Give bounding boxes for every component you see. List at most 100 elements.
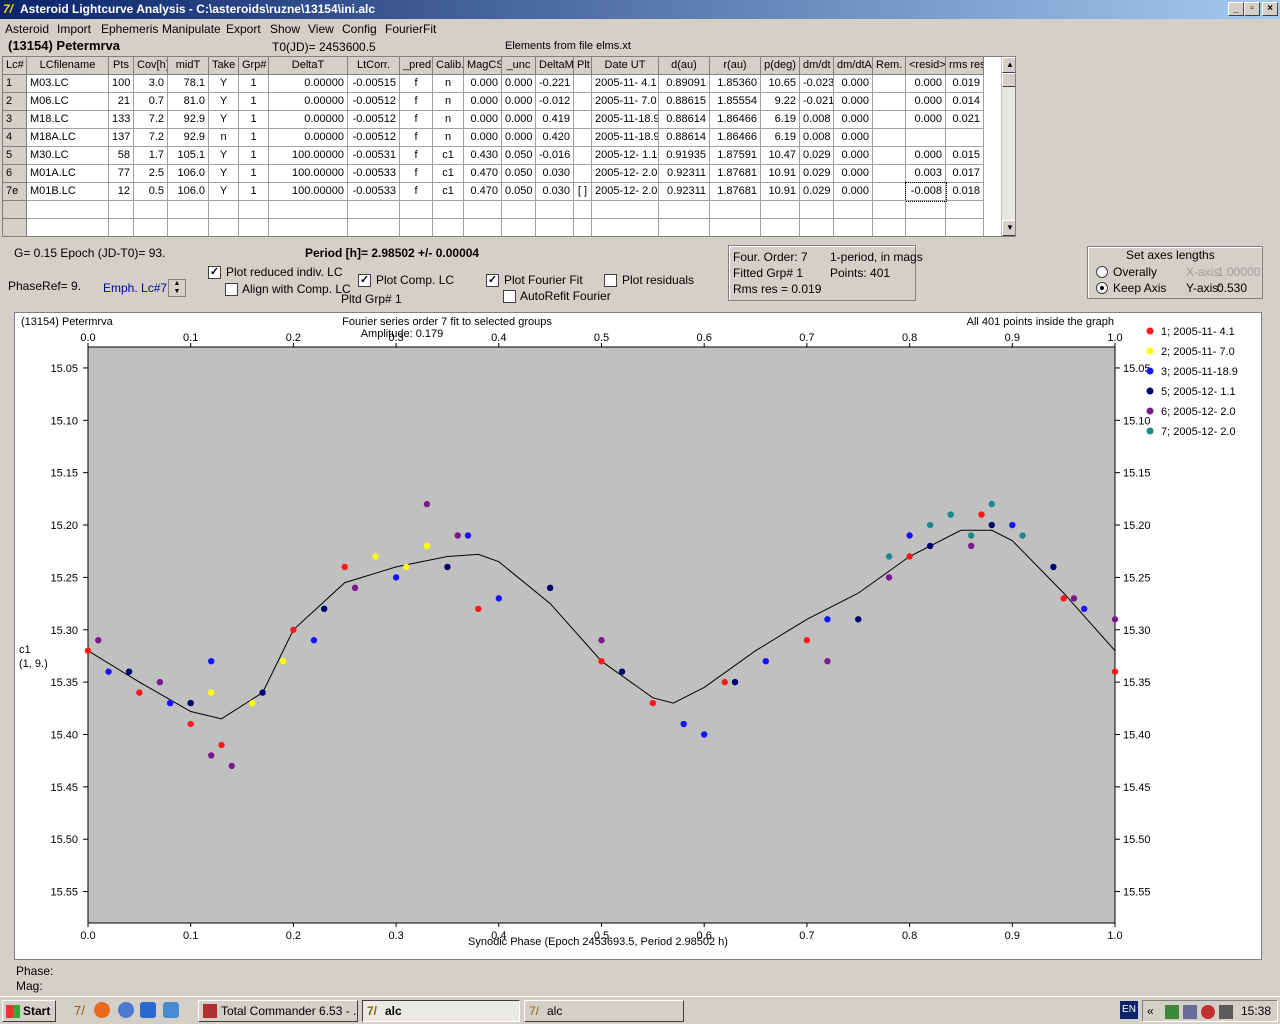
table-cell[interactable]: 1.85360 bbox=[710, 75, 761, 93]
table-cell[interactable]: f bbox=[400, 165, 433, 183]
close-button[interactable]: × bbox=[1262, 2, 1278, 16]
table-cell[interactable]: 9.22 bbox=[761, 93, 800, 111]
start-button[interactable]: Start bbox=[2, 1000, 56, 1022]
lightcurve-table[interactable]: ▲ ▼ Lc# LCfilename Pts Cov[h] midT Take Grp# De… bbox=[2, 56, 1016, 237]
table-cell[interactable]: -0.00533 bbox=[348, 183, 400, 201]
xaxis-value[interactable]: 1.00000 bbox=[1217, 265, 1260, 279]
plot-reduced-checkbox[interactable]: ✓ bbox=[208, 266, 221, 279]
overally-radio[interactable] bbox=[1096, 266, 1108, 278]
table-cell[interactable]: -0.023 bbox=[800, 75, 834, 93]
table-cell[interactable]: 0.008 bbox=[800, 111, 834, 129]
table-cell[interactable]: 0.000 bbox=[502, 111, 536, 129]
table-cell[interactable] bbox=[464, 201, 502, 219]
table-cell[interactable]: 0.000 bbox=[834, 183, 873, 201]
table-cell[interactable]: 0.000 bbox=[464, 75, 502, 93]
table-cell[interactable]: M01B.LC bbox=[27, 183, 109, 201]
table-cell[interactable]: M03.LC bbox=[27, 75, 109, 93]
table-cell[interactable]: -0.00512 bbox=[348, 93, 400, 111]
table-cell[interactable] bbox=[3, 219, 27, 236]
table-cell[interactable]: 106.0 bbox=[168, 183, 209, 201]
table-cell[interactable]: 10.91 bbox=[761, 183, 800, 201]
table-cell[interactable]: 92.9 bbox=[168, 111, 209, 129]
autorefit-checkbox[interactable] bbox=[503, 290, 516, 303]
table-cell[interactable]: -0.00515 bbox=[348, 75, 400, 93]
table-cell[interactable]: 0.000 bbox=[464, 93, 502, 111]
table-cell[interactable]: 7.2 bbox=[134, 111, 168, 129]
table-cell[interactable]: M18A.LC bbox=[27, 129, 109, 147]
scroll-down-button[interactable]: ▼ bbox=[1002, 220, 1015, 236]
plot-fourier-checkbox[interactable]: ✓ bbox=[486, 274, 499, 287]
table-cell[interactable]: 21 bbox=[109, 93, 134, 111]
table-cell[interactable]: 2005-12- 2.0 bbox=[592, 183, 659, 201]
table-cell[interactable] bbox=[574, 75, 592, 93]
table-cell[interactable] bbox=[574, 93, 592, 111]
table-cell[interactable]: Y bbox=[209, 111, 239, 129]
table-cell[interactable]: 0.88614 bbox=[659, 129, 710, 147]
table-cell[interactable]: -0.00533 bbox=[348, 165, 400, 183]
browser-icon[interactable] bbox=[118, 1002, 134, 1018]
table-cell[interactable] bbox=[946, 219, 984, 236]
table-cell[interactable]: 0.000 bbox=[834, 111, 873, 129]
emph-spinner[interactable]: ▲ ▼ bbox=[168, 279, 186, 297]
table-cell[interactable]: 0.7 bbox=[134, 93, 168, 111]
table-cell[interactable] bbox=[464, 219, 502, 236]
table-cell[interactable] bbox=[109, 201, 134, 219]
table-cell[interactable]: 1 bbox=[239, 183, 269, 201]
table-cell[interactable]: c1 bbox=[433, 165, 464, 183]
table-cell[interactable]: -0.00512 bbox=[348, 129, 400, 147]
table-cell[interactable]: 0.015 bbox=[946, 147, 984, 165]
table-cell[interactable]: 58 bbox=[109, 147, 134, 165]
table-cell[interactable]: 0.029 bbox=[800, 183, 834, 201]
table-cell[interactable]: 0.019 bbox=[946, 75, 984, 93]
table-cell[interactable]: Y bbox=[209, 147, 239, 165]
table-cell[interactable] bbox=[592, 201, 659, 219]
table-cell[interactable]: 1.87591 bbox=[710, 147, 761, 165]
table-cell[interactable] bbox=[502, 201, 536, 219]
menu-manipulate[interactable]: Manipulate bbox=[162, 22, 221, 36]
scroll-thumb[interactable] bbox=[1002, 73, 1015, 87]
explorer-icon[interactable] bbox=[163, 1002, 179, 1018]
table-cell[interactable] bbox=[873, 93, 906, 111]
table-cell[interactable]: 0.000 bbox=[834, 129, 873, 147]
table-cell[interactable] bbox=[834, 201, 873, 219]
table-cell[interactable]: 0.000 bbox=[834, 147, 873, 165]
table-cell[interactable] bbox=[574, 219, 592, 236]
lightcurve-graph-panel[interactable]: (13154) Petermrva Fourier series order 7… bbox=[14, 312, 1262, 960]
table-cell[interactable]: Y bbox=[209, 75, 239, 93]
menu-export[interactable]: Export bbox=[226, 22, 261, 36]
table-cell[interactable]: 0.000 bbox=[906, 111, 946, 129]
table-cell[interactable] bbox=[433, 219, 464, 236]
table-cell[interactable]: 0.88615 bbox=[659, 93, 710, 111]
table-cell[interactable]: 0.017 bbox=[946, 165, 984, 183]
table-cell[interactable]: 2005-11- 7.0 bbox=[592, 93, 659, 111]
title-bar[interactable]: 7/ Asteroid Lightcurve Analysis - C:\ast… bbox=[0, 0, 1280, 19]
table-cell[interactable]: 0.420 bbox=[536, 129, 574, 147]
table-cell[interactable]: 6.19 bbox=[761, 129, 800, 147]
table-cell[interactable]: 0.000 bbox=[464, 111, 502, 129]
table-cell[interactable]: 1.87681 bbox=[710, 165, 761, 183]
table-cell[interactable]: n bbox=[433, 129, 464, 147]
menu-view[interactable]: View bbox=[308, 22, 334, 36]
table-cell[interactable] bbox=[834, 219, 873, 236]
table-cell[interactable]: 2005-12- 1.1 bbox=[592, 147, 659, 165]
table-cell[interactable]: 1 bbox=[3, 75, 27, 93]
plot-comp-checkbox[interactable]: ✓ bbox=[358, 274, 371, 287]
menu-show[interactable]: Show bbox=[270, 22, 300, 36]
table-cell[interactable]: f bbox=[400, 183, 433, 201]
table-cell[interactable]: c1 bbox=[433, 183, 464, 201]
table-cell[interactable] bbox=[400, 219, 433, 236]
alc-quicklaunch-icon[interactable]: 7/ bbox=[74, 1003, 85, 1018]
table-scrollbar[interactable]: ▲ ▼ bbox=[1001, 57, 1015, 236]
tray-icon[interactable] bbox=[1219, 1005, 1233, 1019]
table-cell[interactable]: 0.008 bbox=[800, 129, 834, 147]
table-cell[interactable] bbox=[168, 201, 209, 219]
table-cell[interactable] bbox=[800, 201, 834, 219]
table-cell[interactable] bbox=[536, 201, 574, 219]
table-cell[interactable]: n bbox=[433, 93, 464, 111]
table-cell[interactable]: 1.86466 bbox=[710, 129, 761, 147]
table-cell[interactable]: 0.000 bbox=[502, 93, 536, 111]
table-cell[interactable] bbox=[574, 111, 592, 129]
table-cell[interactable]: 4 bbox=[3, 129, 27, 147]
table-cell[interactable]: 3.0 bbox=[134, 75, 168, 93]
tray-expand-icon[interactable]: « bbox=[1147, 1004, 1154, 1018]
